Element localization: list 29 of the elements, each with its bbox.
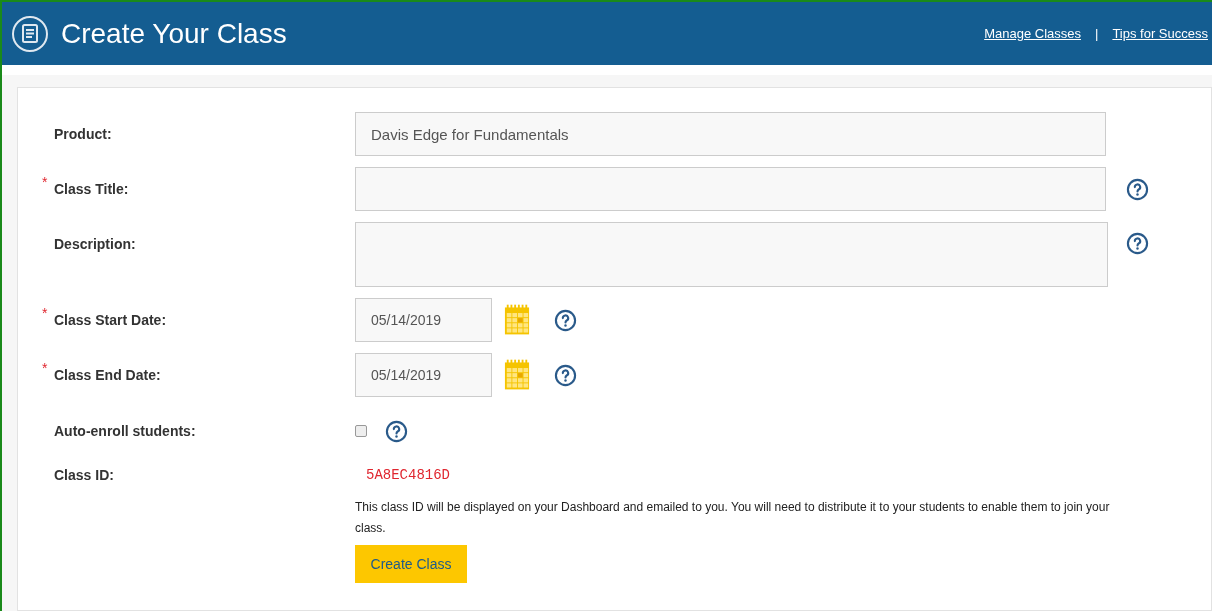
checkbox[interactable]: [355, 425, 367, 437]
field-label: Class End Date:: [54, 365, 161, 385]
field-label: Class Start Date:: [54, 310, 167, 330]
link-separator: |: [1095, 24, 1099, 43]
manage-classes-link[interactable]: Manage Classes: [984, 23, 1081, 44]
help-icon[interactable]: [1126, 177, 1149, 201]
tips-link[interactable]: Tips for Success: [1112, 23, 1208, 44]
help-icon[interactable]: [554, 363, 577, 387]
date-field[interactable]: 05/14/2019: [355, 298, 492, 342]
help-icon[interactable]: [385, 419, 408, 443]
required-asterisk: *: [42, 305, 48, 320]
field-label: Class ID:: [54, 465, 114, 485]
document-icon: [11, 14, 49, 53]
field-label: Class Title:: [54, 179, 129, 199]
required-asterisk: *: [42, 174, 48, 189]
description-field[interactable]: [355, 222, 1108, 287]
date-field[interactable]: 05/14/2019: [355, 353, 492, 397]
text-field[interactable]: [355, 167, 1106, 211]
field-label: Product:: [54, 124, 112, 144]
required-asterisk: *: [42, 360, 48, 375]
class-id-note: This class ID will be displayed on your Dashboard and emailed to you. You will need to distribute it to your students to enable them to join your class.: [355, 499, 1111, 537]
help-icon[interactable]: [554, 308, 577, 332]
class-id-value: 5A8EC4816D: [365, 465, 450, 485]
field-label: Description:: [54, 234, 136, 254]
page-title: Create Your Class: [61, 16, 287, 51]
create-class-button[interactable]: Create Class: [355, 545, 467, 583]
help-icon[interactable]: [1126, 232, 1149, 255]
field-label: Auto-enroll students:: [54, 421, 196, 441]
text-field[interactable]: Davis Edge for Fundamentals: [355, 112, 1106, 156]
